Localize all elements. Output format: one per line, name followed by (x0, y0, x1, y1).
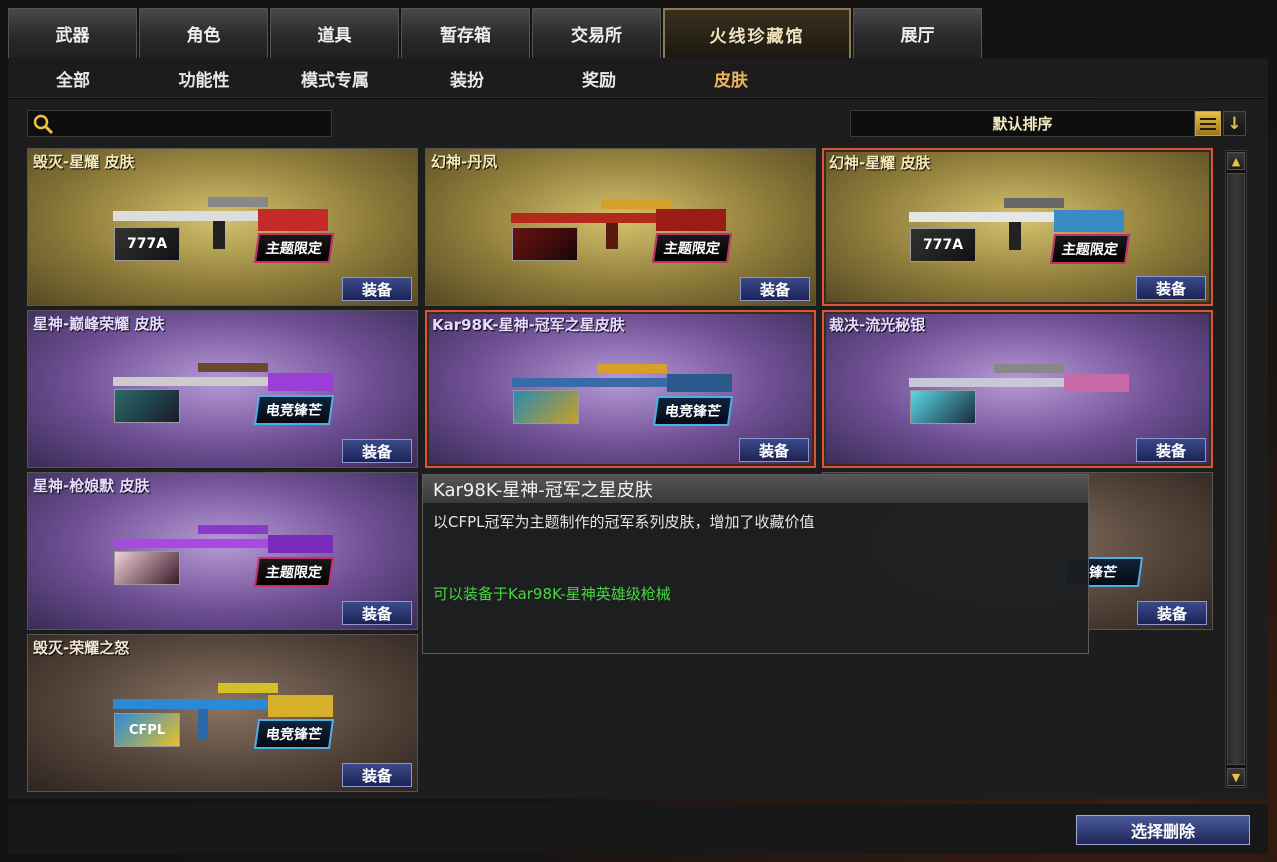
sort-dropdown[interactable]: 默认排序 (850, 110, 1195, 137)
equip-button[interactable]: 装备 (739, 438, 809, 462)
item-card[interactable]: 毁灭-星耀 皮肤 777A 主题限定 装备 (27, 148, 418, 306)
item-title: 毁灭-荣耀之怒 (33, 639, 130, 657)
item-title: 幻神-星耀 皮肤 (829, 154, 931, 172)
item-card[interactable]: 幻神-星耀 皮肤 777A 主题限定 装备 (822, 148, 1213, 306)
select-delete-button[interactable]: 选择删除 (1076, 815, 1250, 845)
equip-button[interactable]: 装备 (342, 277, 412, 301)
subtab-mode-exclusive[interactable]: 模式专属 (270, 58, 400, 98)
equip-button[interactable]: 装备 (740, 277, 810, 301)
tab-weapons[interactable]: 武器 (8, 8, 137, 58)
tooltip-description: 以CFPL冠军为主题制作的冠军系列皮肤，增加了收藏价值 (433, 513, 815, 531)
equip-button[interactable]: 装备 (1136, 276, 1206, 300)
item-title: 幻神-丹凤 (431, 153, 498, 171)
item-thumbnail (512, 227, 578, 261)
theme-badge: 主题限定 (651, 233, 733, 263)
item-thumbnail: 777A (114, 227, 180, 261)
item-card[interactable]: Kar98K-星神-冠军之星皮肤 电竞锋芒 装备 (425, 310, 816, 468)
vertical-scrollbar[interactable]: ▲ ▼ (1225, 150, 1247, 788)
search-input[interactable] (58, 113, 328, 134)
item-title: 星神-巅峰荣耀 皮肤 (33, 315, 165, 333)
scroll-down-icon[interactable]: ▼ (1227, 768, 1245, 786)
sub-tabs: 全部 功能性 模式专属 装扮 奖励 皮肤 (8, 58, 1268, 98)
item-thumbnail: CFPL (114, 713, 180, 747)
item-thumbnail: 777A (910, 228, 976, 262)
equip-button[interactable]: 装备 (342, 601, 412, 625)
theme-badge: 主题限定 (253, 233, 335, 263)
item-title: 星神-枪娘默 皮肤 (33, 477, 150, 495)
sort-label: 默认排序 (992, 115, 1053, 133)
item-title: 毁灭-星耀 皮肤 (33, 153, 135, 171)
item-thumbnail (114, 389, 180, 423)
item-card[interactable]: 星神-枪娘默 皮肤 主题限定 装备 (27, 472, 418, 630)
tab-exchange[interactable]: 交易所 (532, 8, 661, 58)
item-thumbnail (910, 390, 976, 424)
subtab-functional[interactable]: 功能性 (139, 58, 269, 98)
search-icon[interactable] (32, 113, 54, 135)
scroll-thumb[interactable] (1227, 173, 1245, 765)
tab-collection[interactable]: 火线珍藏馆 (663, 8, 851, 58)
equip-button[interactable]: 装备 (342, 763, 412, 787)
item-thumbnail (114, 551, 180, 585)
subtab-outfit[interactable]: 装扮 (402, 58, 532, 98)
theme-badge: 电竞锋芒 (253, 395, 335, 425)
tooltip-equip-note: 可以装备于Kar98K-星神英雄级枪械 (433, 585, 671, 603)
item-card[interactable]: 毁灭-荣耀之怒 CFPL 电竞锋芒 装备 (27, 634, 418, 792)
tab-items[interactable]: 道具 (270, 8, 399, 58)
theme-badge: 电竞锋芒 (652, 396, 734, 426)
equip-button[interactable]: 装备 (342, 439, 412, 463)
tab-characters[interactable]: 角色 (139, 8, 268, 58)
item-card[interactable]: 幻神-丹凤 主题限定 装备 (425, 148, 816, 306)
item-title: Kar98K-星神-冠军之星皮肤 (432, 316, 625, 334)
item-thumbnail (513, 390, 579, 424)
item-card[interactable]: 裁决-流光秘银 装备 (822, 310, 1213, 468)
scroll-up-icon[interactable]: ▲ (1227, 152, 1245, 170)
subtab-skins[interactable]: 皮肤 (666, 58, 796, 98)
item-title: 裁决-流光秘银 (829, 316, 926, 334)
subtab-rewards[interactable]: 奖励 (534, 58, 664, 98)
theme-badge: 电竞锋芒 (253, 719, 335, 749)
equip-button[interactable]: 装备 (1136, 438, 1206, 462)
item-card[interactable]: 星神-巅峰荣耀 皮肤 电竞锋芒 装备 (27, 310, 418, 468)
theme-badge: 主题限定 (1049, 234, 1131, 264)
sort-menu-icon[interactable] (1195, 111, 1221, 136)
tab-showroom[interactable]: 展厅 (853, 8, 982, 58)
tooltip-title: Kar98K-星神-冠军之星皮肤 (423, 475, 1088, 503)
tab-storage[interactable]: 暂存箱 (401, 8, 530, 58)
app-window: 武器 角色 道具 暂存箱 交易所 火线珍藏馆 展厅 全部 功能性 模式专属 装扮… (0, 0, 1277, 862)
item-tooltip: Kar98K-星神-冠军之星皮肤 以CFPL冠军为主题制作的冠军系列皮肤，增加了… (422, 474, 1089, 654)
search-box (27, 110, 332, 137)
subtab-all[interactable]: 全部 (8, 58, 138, 98)
sort-direction-button[interactable]: ↓ (1223, 111, 1246, 136)
main-tabs: 武器 角色 道具 暂存箱 交易所 火线珍藏馆 展厅 (8, 8, 982, 58)
theme-badge: 主题限定 (253, 557, 335, 587)
equip-button[interactable]: 装备 (1137, 601, 1207, 625)
